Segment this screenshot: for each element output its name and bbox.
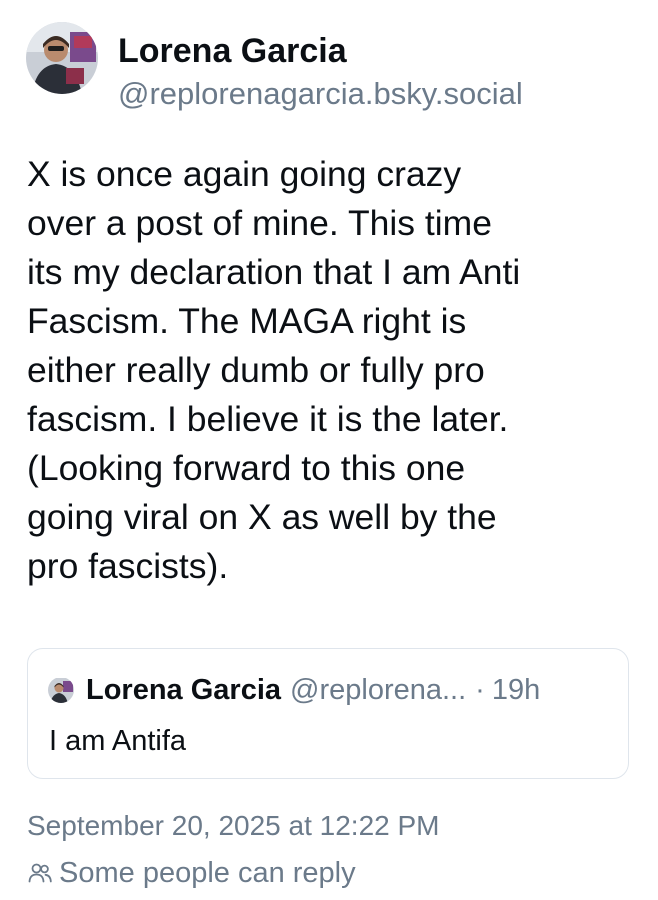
- post-text-line: its my declaration that I am Anti: [27, 252, 521, 292]
- post-text: X is once again going crazy over a post …: [27, 150, 627, 591]
- post-timestamp: September 20, 2025 at 12:22 PM: [27, 810, 440, 841]
- reply-setting-label: Some people can reply: [59, 857, 356, 889]
- reply-setting[interactable]: Some people can reply: [27, 855, 356, 891]
- author-name[interactable]: Lorena Garcia: [118, 30, 523, 72]
- post-thread: Lorena Garcia @replorenagarcia.bsky.soci…: [0, 0, 658, 900]
- post-text-line: Fascism. The MAGA right is: [27, 301, 467, 341]
- author-avatar[interactable]: [26, 22, 98, 94]
- quoted-avatar-image: [48, 678, 74, 703]
- post-text-line: pro fascists).: [27, 546, 229, 586]
- quoted-post-text: I am Antifa: [49, 725, 187, 757]
- author-info: Lorena Garcia @replorenagarcia.bsky.soci…: [118, 22, 523, 114]
- post-text-line: (Looking forward to this one: [27, 448, 466, 488]
- post-text-line: over a post of mine. This time: [27, 203, 492, 243]
- quoted-post-header: Lorena Garcia @replorena... · 19h: [48, 672, 540, 708]
- quoted-post-time: 19h: [491, 674, 541, 706]
- post-text-line: fascism. I believe it is the later.: [27, 399, 509, 439]
- post-text-line: X is once again going crazy: [27, 154, 462, 194]
- post-text-line: going viral on X as well by the: [27, 497, 497, 537]
- people-icon: [28, 863, 52, 883]
- quoted-author-handle: @replorena...: [290, 674, 467, 706]
- quoted-post-card[interactable]: Lorena Garcia @replorena... · 19h I am A…: [27, 648, 629, 779]
- post-text-line: either really dumb or fully pro: [27, 350, 485, 390]
- quoted-author-name: Lorena Garcia: [86, 674, 282, 706]
- post-header: Lorena Garcia @replorenagarcia.bsky.soci…: [26, 22, 523, 114]
- author-handle[interactable]: @replorenagarcia.bsky.social: [118, 74, 523, 114]
- quoted-author-avatar: [48, 677, 74, 703]
- avatar-image: [26, 22, 98, 94]
- dot-separator: ·: [475, 674, 485, 706]
